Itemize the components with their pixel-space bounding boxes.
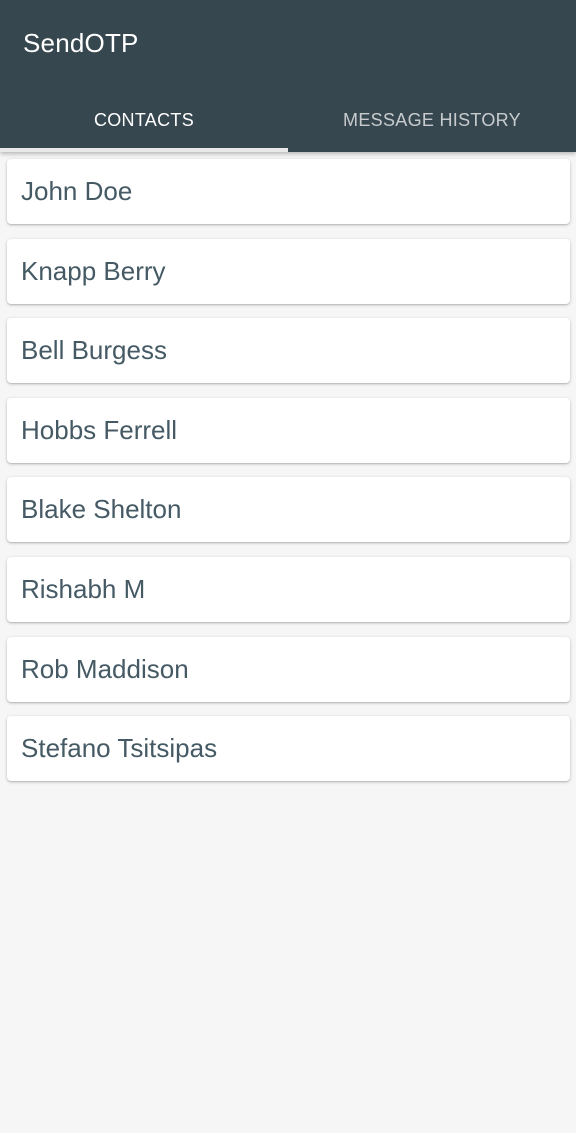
tab-message-history[interactable]: MESSAGE HISTORY <box>288 88 576 152</box>
app-screen: SendOTP CONTACTS MESSAGE HISTORY John Do… <box>0 0 576 1133</box>
app-title: SendOTP <box>23 28 139 58</box>
contact-item[interactable]: Knapp Berry <box>7 238 570 304</box>
tab-contacts[interactable]: CONTACTS <box>0 88 288 152</box>
contact-item[interactable]: Hobbs Ferrell <box>7 397 570 463</box>
contact-name: Blake Shelton <box>21 494 182 525</box>
contacts-list: John Doe Knapp Berry Bell Burgess Hobbs … <box>7 159 570 796</box>
tab-bar: CONTACTS MESSAGE HISTORY <box>0 88 576 152</box>
contact-item[interactable]: Stefano Tsitsipas <box>7 716 570 782</box>
tab-message-history-label: MESSAGE HISTORY <box>343 109 521 130</box>
contact-name: Rob Maddison <box>21 653 189 684</box>
contact-item[interactable]: John Doe <box>7 159 570 224</box>
tab-indicator <box>0 148 288 152</box>
tab-contacts-label: CONTACTS <box>93 109 195 130</box>
contact-name: Knapp Berry <box>21 255 166 286</box>
contact-name: Rishabh M <box>21 573 146 604</box>
contact-item[interactable]: Blake Shelton <box>7 477 570 543</box>
contact-item[interactable]: Rishabh M <box>7 556 570 622</box>
app-bar: SendOTP CONTACTS MESSAGE HISTORY <box>0 0 576 152</box>
contact-name: Bell Burgess <box>21 335 167 366</box>
contact-item[interactable]: Rob Maddison <box>7 636 570 702</box>
contact-name: Hobbs Ferrell <box>21 414 178 445</box>
contact-name: Stefano Tsitsipas <box>21 733 218 764</box>
contact-name: John Doe <box>21 176 133 206</box>
contact-item[interactable]: Bell Burgess <box>7 318 570 384</box>
